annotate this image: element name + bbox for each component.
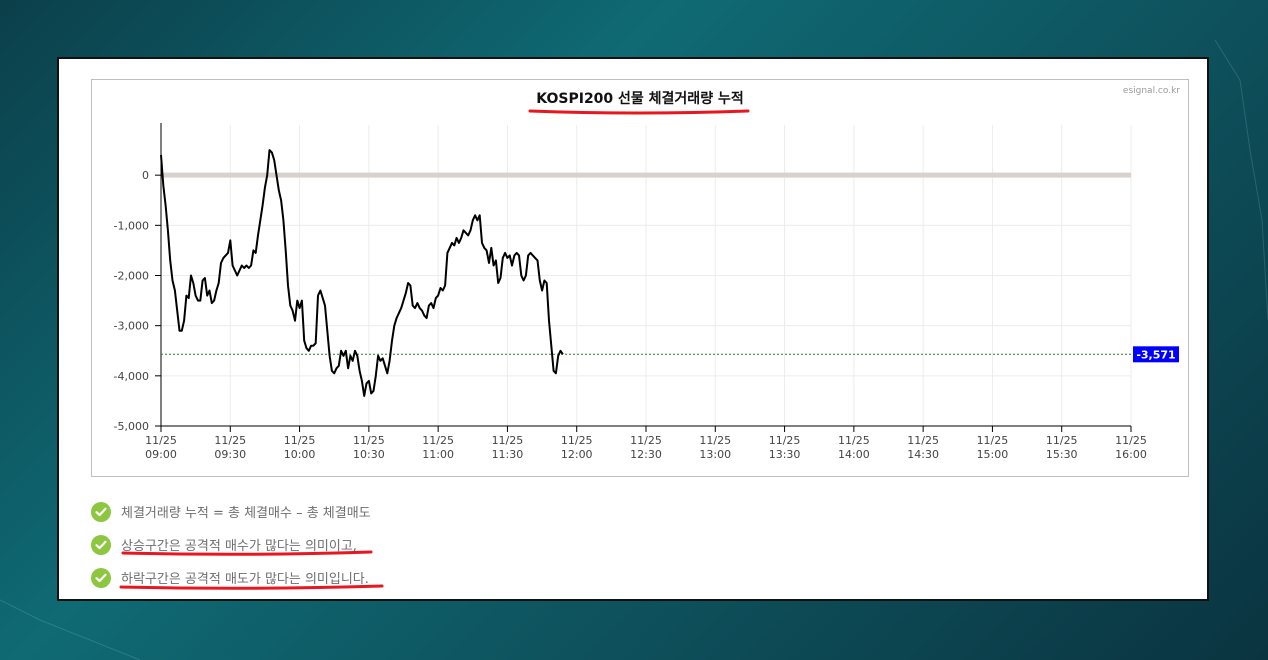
x-tick-label: 10:00 <box>284 448 316 461</box>
y-tick-label: -3,000 <box>114 320 149 333</box>
note-item: 체결거래량 누적 = 총 체결매수 – 총 체결매도 <box>91 495 371 528</box>
x-tick-label: 14:00 <box>838 448 870 461</box>
x-tick-label: 11/25 <box>145 434 177 447</box>
x-tick-label: 11:30 <box>492 448 524 461</box>
reference-label: -3,571 <box>1136 348 1175 361</box>
x-tick-label: 11/25 <box>1115 434 1147 447</box>
check-circle-icon <box>91 501 111 522</box>
x-tick-label: 15:30 <box>1046 448 1078 461</box>
x-tick-label: 11/25 <box>630 434 662 447</box>
x-tick-label: 11/25 <box>907 434 939 447</box>
data-series-line <box>160 149 564 397</box>
x-tick-label: 16:00 <box>1115 448 1147 461</box>
note-text: 상승구간은 공격적 매수가 많다는 의미이고, <box>121 539 357 554</box>
y-tick-label: -2,000 <box>114 270 149 283</box>
x-tick-label: 12:30 <box>630 448 662 461</box>
x-tick-label: 11:00 <box>422 448 454 461</box>
note-text: 체결거래량 누적 = 총 체결매수 – 총 체결매도 <box>121 506 371 521</box>
x-tick-label: 11/25 <box>561 434 593 447</box>
chart-plot: 0-1,000-2,000-3,000-4,000-5,00011/2509:0… <box>114 123 1179 461</box>
x-tick-label: 10:30 <box>353 448 385 461</box>
x-tick-label: 11/25 <box>284 434 316 447</box>
x-tick-label: 12:00 <box>561 448 593 461</box>
x-tick-label: 11/25 <box>492 434 524 447</box>
check-circle-icon <box>91 534 111 555</box>
x-tick-label: 11/25 <box>422 434 454 447</box>
x-tick-label: 15:00 <box>977 448 1009 461</box>
x-tick-label: 09:30 <box>214 448 246 461</box>
x-tick-label: 11/25 <box>353 434 385 447</box>
y-tick-label: -1,000 <box>114 219 149 232</box>
x-tick-label: 11/25 <box>769 434 801 447</box>
note-item: 상승구간은 공격적 매수가 많다는 의미이고, <box>91 528 371 561</box>
x-tick-label: 11/25 <box>1046 434 1078 447</box>
x-tick-label: 11/25 <box>699 434 731 447</box>
x-tick-label: 11/25 <box>214 434 246 447</box>
x-tick-label: 09:00 <box>145 448 177 461</box>
notes-list: 체결거래량 누적 = 총 체결매수 – 총 체결매도 상승구간은 공격적 매수가… <box>91 495 371 594</box>
note-text: 하락구간은 공격적 매도가 많다는 의미입니다. <box>121 572 369 587</box>
note-item: 하락구간은 공격적 매도가 많다는 의미입니다. <box>91 561 371 594</box>
chart-card: KOSPI200 선물 체결거래량 누적 esignal.co.kr 0 -1,0… <box>57 57 1209 601</box>
x-tick-label: 13:30 <box>769 448 801 461</box>
y-tick-label: -4,000 <box>114 370 149 383</box>
x-tick-label: 14:30 <box>907 448 939 461</box>
y-tick-label: -5,000 <box>114 420 149 433</box>
x-tick-label: 11/25 <box>977 434 1009 447</box>
x-tick-label: 11/25 <box>838 434 870 447</box>
chart-container: KOSPI200 선물 체결거래량 누적 esignal.co.kr 0 -1,0… <box>91 79 1189 477</box>
x-tick-label: 13:00 <box>699 448 731 461</box>
y-tick-label: 0 <box>142 169 149 182</box>
check-circle-icon <box>91 567 111 588</box>
